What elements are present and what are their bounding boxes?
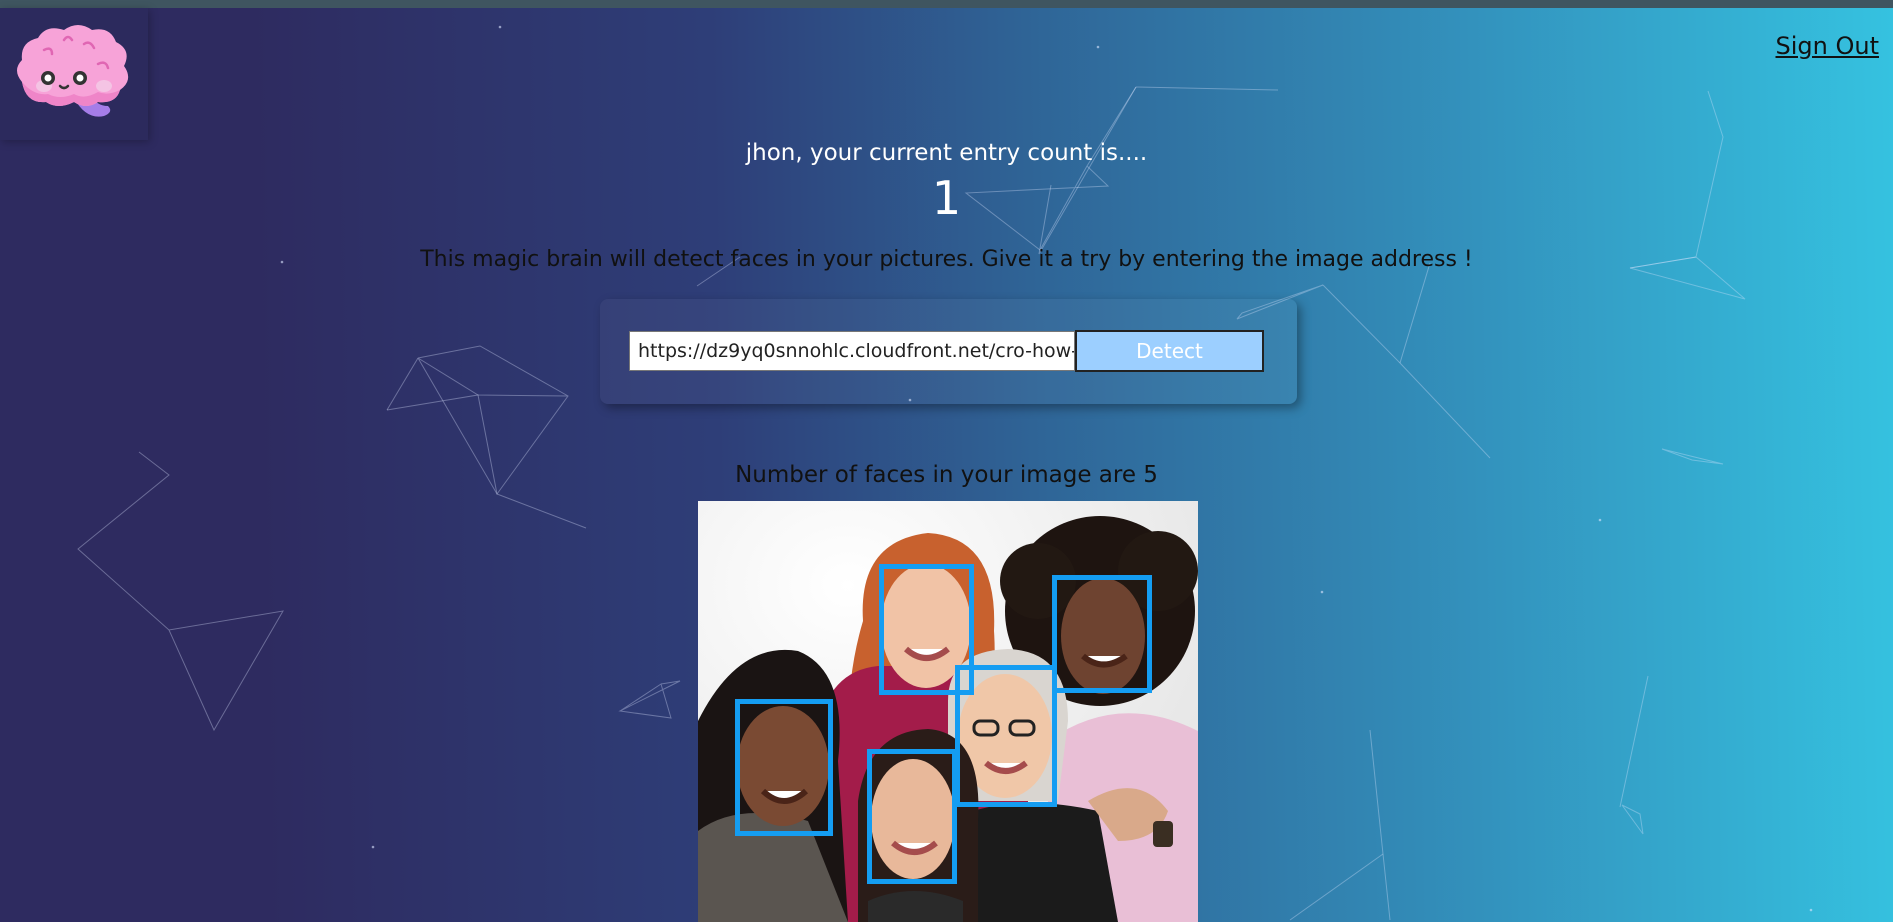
face-count-text: Number of faces in your image are 5 [735,462,1158,488]
brain-logo-icon [17,25,129,117]
image-url-input[interactable]: https://dz9yq0snnohlc.cloudfront.net/cro… [629,331,1075,371]
entry-count-value: 1 [931,171,962,225]
intro-text: This magic brain will detect faces in yo… [420,247,1473,272]
face-bounding-box [867,749,957,884]
logo-box[interactable] [0,8,148,140]
entry-count-label: jhon, your current entry count is.... [745,140,1148,166]
detect-button[interactable]: Detect [1075,330,1264,372]
face-bounding-box [1052,575,1152,693]
group-photo-image [698,501,1198,922]
face-bounding-box [955,665,1057,807]
face-bounding-box [735,699,833,836]
image-url-value: https://dz9yq0snnohlc.cloudfront.net/cro… [638,340,1075,362]
sign-out-link[interactable]: Sign Out [1776,32,1880,60]
